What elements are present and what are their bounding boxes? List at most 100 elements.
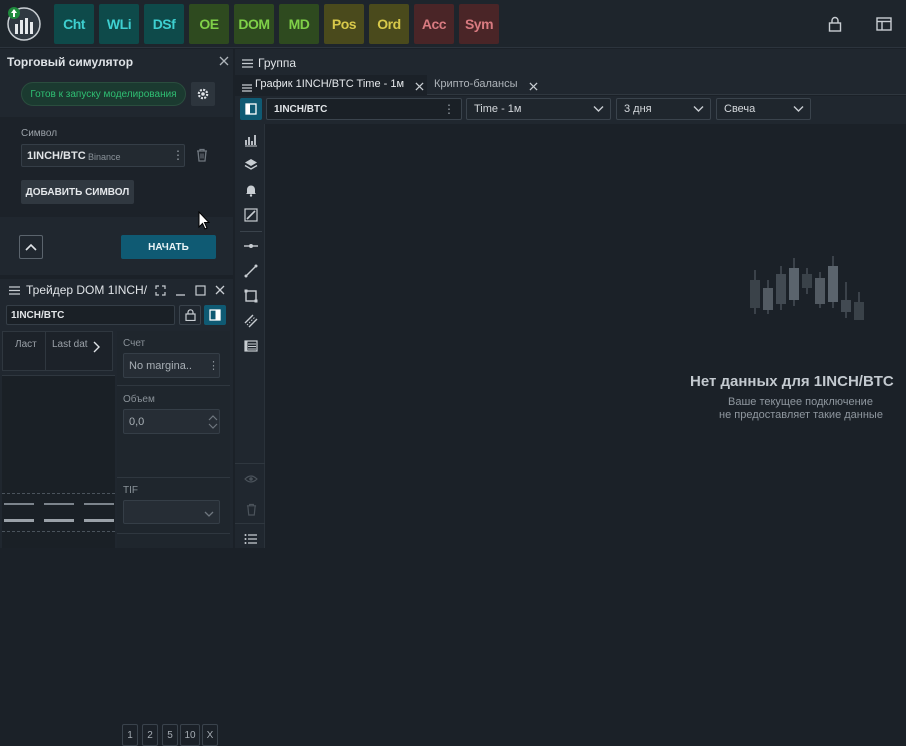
- object-list-icon[interactable]: [240, 528, 262, 550]
- status-badge: Готов к запуску моделирования: [21, 82, 186, 106]
- panel-toggle-icon[interactable]: [204, 305, 226, 325]
- trend-line-icon[interactable]: [240, 260, 262, 282]
- dom-title: Трейдер DOM 1INCH/: [26, 283, 148, 297]
- rectangle-icon[interactable]: [240, 285, 262, 307]
- app-logo[interactable]: [4, 4, 44, 44]
- fibonacci-icon[interactable]: [240, 335, 262, 357]
- alert-bell-icon[interactable]: [240, 179, 262, 201]
- period-value: 3 дня: [624, 103, 652, 115]
- gear-icon[interactable]: [191, 82, 215, 106]
- chart-style-select[interactable]: Свеча: [716, 98, 811, 120]
- tif-select[interactable]: [123, 500, 220, 524]
- toolbar-button-cht[interactable]: Cht: [54, 4, 94, 44]
- volume-value: 0,0: [129, 416, 145, 428]
- col-last-date: Last dat: [52, 339, 88, 350]
- simulator-title: Торговый симулятор: [7, 55, 134, 69]
- more-vertical-icon[interactable]: ⋮: [443, 102, 455, 116]
- channel-icon[interactable]: [240, 310, 262, 332]
- chevron-right-icon[interactable]: [92, 341, 100, 356]
- exchange-label: Binance: [88, 152, 121, 162]
- toolbar-button-dsf[interactable]: DSf: [144, 4, 184, 44]
- close-icon[interactable]: [415, 80, 424, 94]
- account-select[interactable]: No margina.. ⋮: [123, 353, 220, 378]
- volume-input[interactable]: 0,0: [123, 409, 220, 434]
- tab-bar: График 1INCH/BTC Time - 1м Крипто-баланс…: [235, 75, 906, 95]
- period-select[interactable]: 3 дня: [616, 98, 711, 120]
- menu-icon[interactable]: [7, 283, 21, 297]
- qty-button-1[interactable]: 1: [122, 724, 138, 746]
- menu-icon[interactable]: [242, 57, 253, 71]
- toolbar-button-wli[interactable]: WLi: [99, 4, 139, 44]
- account-value: No margina..: [129, 360, 192, 372]
- account-label: Счет: [123, 338, 146, 349]
- toolbar-button-sym[interactable]: Sym: [459, 4, 499, 44]
- dom-symbol-field[interactable]: 1INCH/BTC: [6, 305, 175, 325]
- chevron-down-icon: [793, 104, 804, 116]
- close-icon[interactable]: [217, 54, 231, 68]
- volume-label: Объем: [123, 394, 155, 405]
- top-toolbar: Cht WLi DSf OE DOM MD Pos Ord Acc Sym: [0, 0, 906, 48]
- qty-button-10[interactable]: 10: [180, 724, 200, 746]
- trading-simulator-panel: Торговый симулятор Готов к запуску модел…: [0, 49, 233, 275]
- dom-trader-panel: Трейдер DOM 1INCH/ 1INCH/BTC Ласт Last d…: [0, 279, 233, 746]
- trash-icon[interactable]: [192, 145, 212, 165]
- toolbar-button-pos[interactable]: Pos: [324, 4, 364, 44]
- qty-button-2[interactable]: 2: [142, 724, 158, 746]
- layers-icon[interactable]: [240, 154, 262, 176]
- toolbar-button-ord[interactable]: Ord: [369, 4, 409, 44]
- toolbar-button-oe[interactable]: OE: [189, 4, 229, 44]
- minimize-icon[interactable]: [173, 283, 187, 297]
- symbol-field[interactable]: 1INCH/BTC Binance ⋮: [21, 144, 185, 167]
- dom-symbol-value: 1INCH/BTC: [11, 310, 65, 321]
- horizontal-line-icon[interactable]: [240, 235, 262, 257]
- chart-symbol-value: 1INCH/BTC: [274, 103, 328, 115]
- tif-label: TIF: [123, 485, 138, 496]
- toolbar-button-acc[interactable]: Acc: [414, 4, 454, 44]
- menu-icon[interactable]: [242, 81, 252, 95]
- col-last: Ласт: [15, 339, 37, 350]
- dom-ladder[interactable]: [2, 375, 115, 548]
- symbol-label: Символ: [21, 128, 58, 139]
- add-symbol-button[interactable]: ДОБАВИТЬ СИМВОЛ: [21, 180, 134, 204]
- qty-button-x[interactable]: X: [202, 724, 218, 746]
- mouse-cursor-icon: [198, 210, 211, 234]
- expand-icon[interactable]: [153, 283, 167, 297]
- lock-icon[interactable]: [824, 13, 846, 35]
- eye-icon[interactable]: [240, 468, 262, 490]
- timeframe-value: Time - 1м: [474, 103, 522, 115]
- timeframe-select[interactable]: Time - 1м: [466, 98, 611, 120]
- start-button[interactable]: НАЧАТЬ: [121, 235, 216, 259]
- group-title: Группа: [258, 56, 297, 70]
- chart-style-value: Свеча: [724, 103, 756, 115]
- tab-crypto-label: Крипто-балансы: [434, 78, 518, 90]
- chevron-down-icon: [593, 104, 604, 116]
- chevron-down-icon: [693, 104, 704, 116]
- tab-chart[interactable]: График 1INCH/BTC Time - 1м: [235, 75, 427, 95]
- no-data-line1: Ваше текущее подключение: [728, 396, 873, 408]
- maximize-icon[interactable]: [193, 283, 207, 297]
- group-header: Группа: [235, 49, 906, 75]
- trash-icon[interactable]: [240, 498, 262, 520]
- window-layout-icon[interactable]: [873, 13, 895, 35]
- chart-symbol-field[interactable]: 1INCH/BTC ⋮: [266, 98, 462, 120]
- indicators-icon[interactable]: [240, 129, 262, 151]
- lock-icon[interactable]: [179, 305, 201, 325]
- toolbar-button-md[interactable]: MD: [279, 4, 319, 44]
- tab-crypto-balances[interactable]: Крипто-балансы: [427, 75, 543, 95]
- close-icon[interactable]: [213, 283, 227, 297]
- dom-ladder-header: Ласт Last dat: [2, 331, 113, 371]
- more-vertical-icon[interactable]: ⋮: [208, 359, 219, 372]
- stepper-icon[interactable]: [208, 413, 218, 434]
- toolbar-button-dom[interactable]: DOM: [234, 4, 274, 44]
- tab-chart-label: График 1INCH/BTC Time - 1м: [255, 78, 405, 90]
- qty-button-5[interactable]: 5: [162, 724, 178, 746]
- close-icon[interactable]: [529, 80, 538, 94]
- more-vertical-icon[interactable]: ⋮: [172, 148, 184, 162]
- no-data-title: Нет данных для 1INCH/BTC: [690, 373, 894, 390]
- chevron-down-icon: [204, 507, 214, 521]
- symbol-value: 1INCH/BTC: [27, 150, 86, 162]
- no-data-candles-icon: [745, 248, 875, 328]
- draw-tools-icon[interactable]: [240, 204, 262, 226]
- chevron-up-icon[interactable]: [19, 235, 43, 259]
- panel-toggle-icon[interactable]: [240, 98, 262, 120]
